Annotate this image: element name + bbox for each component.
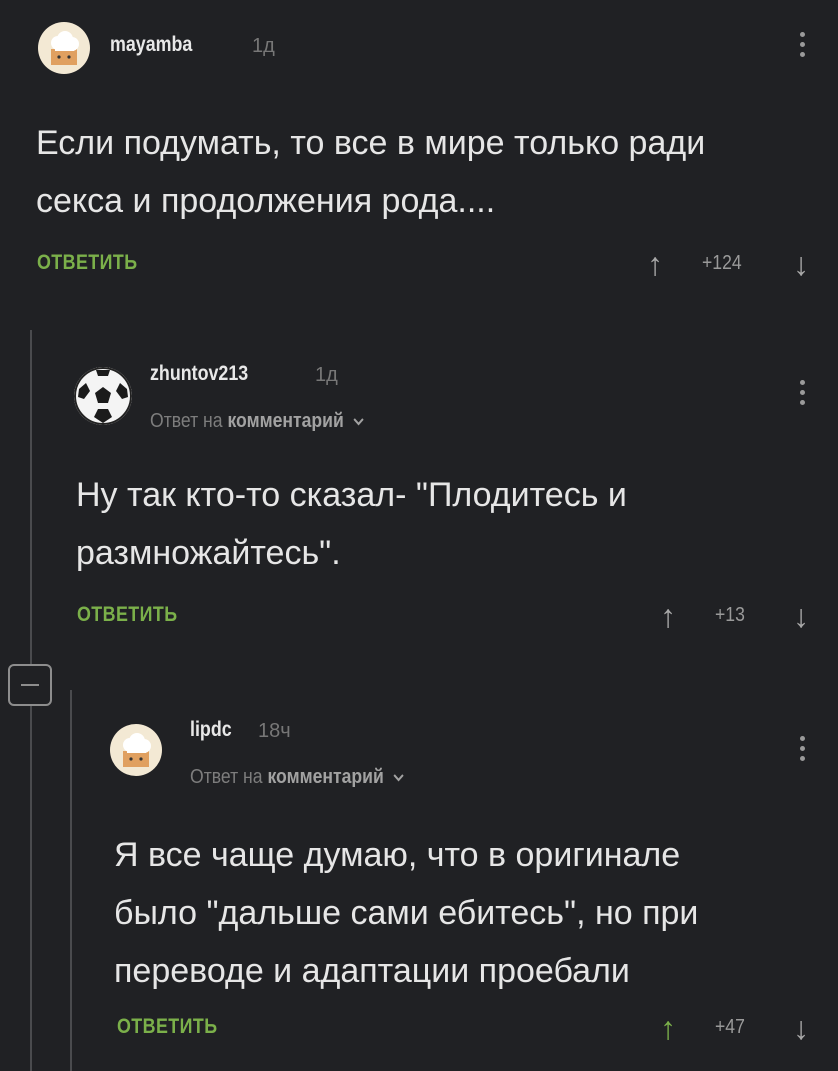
comment-username[interactable]: mayamba bbox=[110, 33, 192, 57]
reply-to-link[interactable]: Ответ на комментарий bbox=[190, 766, 405, 789]
comment-line: секса и продолжения рода.... bbox=[36, 182, 496, 220]
vote-up-icon[interactable]: ↑ bbox=[660, 1012, 676, 1044]
reply-to-target[interactable]: комментарий bbox=[227, 410, 343, 432]
comment-line: было "дальше сами ебитесь", но при bbox=[114, 894, 699, 932]
vote-up-icon[interactable]: ↑ bbox=[647, 248, 663, 280]
user-avatar[interactable] bbox=[110, 724, 162, 776]
reply-to-prefix: Ответ на bbox=[190, 766, 263, 788]
comment-line: переводе и адаптации проебали bbox=[114, 952, 630, 990]
chef-hat-icon bbox=[51, 31, 79, 65]
comment-time: 1д bbox=[315, 364, 338, 386]
more-options-icon[interactable] bbox=[800, 32, 806, 62]
chevron-down-icon[interactable] bbox=[352, 417, 364, 427]
reply-button[interactable]: ОТВЕТИТЬ bbox=[37, 251, 137, 275]
comment-line: Я все чаще думаю, что в оригинале bbox=[114, 836, 681, 874]
collapse-thread-button[interactable] bbox=[8, 664, 52, 706]
more-options-icon[interactable] bbox=[800, 736, 806, 766]
comment-line: размножайтесь". bbox=[76, 534, 341, 572]
comment-line: Ну так кто-то сказал- "Плодитесь и bbox=[76, 476, 627, 514]
user-avatar[interactable] bbox=[74, 367, 132, 425]
vote-down-icon[interactable]: ↓ bbox=[793, 600, 809, 632]
soccer-ball-icon bbox=[74, 367, 132, 425]
comment-username[interactable]: lipdc bbox=[190, 718, 232, 742]
vote-down-icon[interactable]: ↓ bbox=[793, 248, 809, 280]
reply-to-link[interactable]: Ответ на комментарий bbox=[150, 410, 365, 433]
reply-to-prefix: Ответ на bbox=[150, 410, 223, 432]
comment-line: Если подумать, то все в мире только ради bbox=[36, 124, 706, 162]
more-options-icon[interactable] bbox=[800, 380, 806, 410]
chevron-down-icon[interactable] bbox=[392, 773, 404, 783]
reply-button[interactable]: ОТВЕТИТЬ bbox=[117, 1015, 217, 1039]
reply-to-target[interactable]: комментарий bbox=[267, 766, 383, 788]
comment-time: 18ч bbox=[258, 720, 291, 742]
vote-up-icon[interactable]: ↑ bbox=[660, 600, 676, 632]
comment-rating: +47 bbox=[715, 1016, 745, 1038]
comment-rating: +124 bbox=[702, 252, 742, 274]
comment-username[interactable]: zhuntov213 bbox=[150, 362, 248, 386]
reply-button[interactable]: ОТВЕТИТЬ bbox=[77, 603, 177, 627]
vote-down-icon[interactable]: ↓ bbox=[793, 1012, 809, 1044]
user-avatar[interactable] bbox=[38, 22, 90, 74]
comment-time: 1д bbox=[252, 35, 275, 57]
comment-rating: +13 bbox=[715, 604, 745, 626]
chef-hat-icon bbox=[123, 733, 151, 767]
thread-line-level-2 bbox=[70, 690, 72, 1071]
